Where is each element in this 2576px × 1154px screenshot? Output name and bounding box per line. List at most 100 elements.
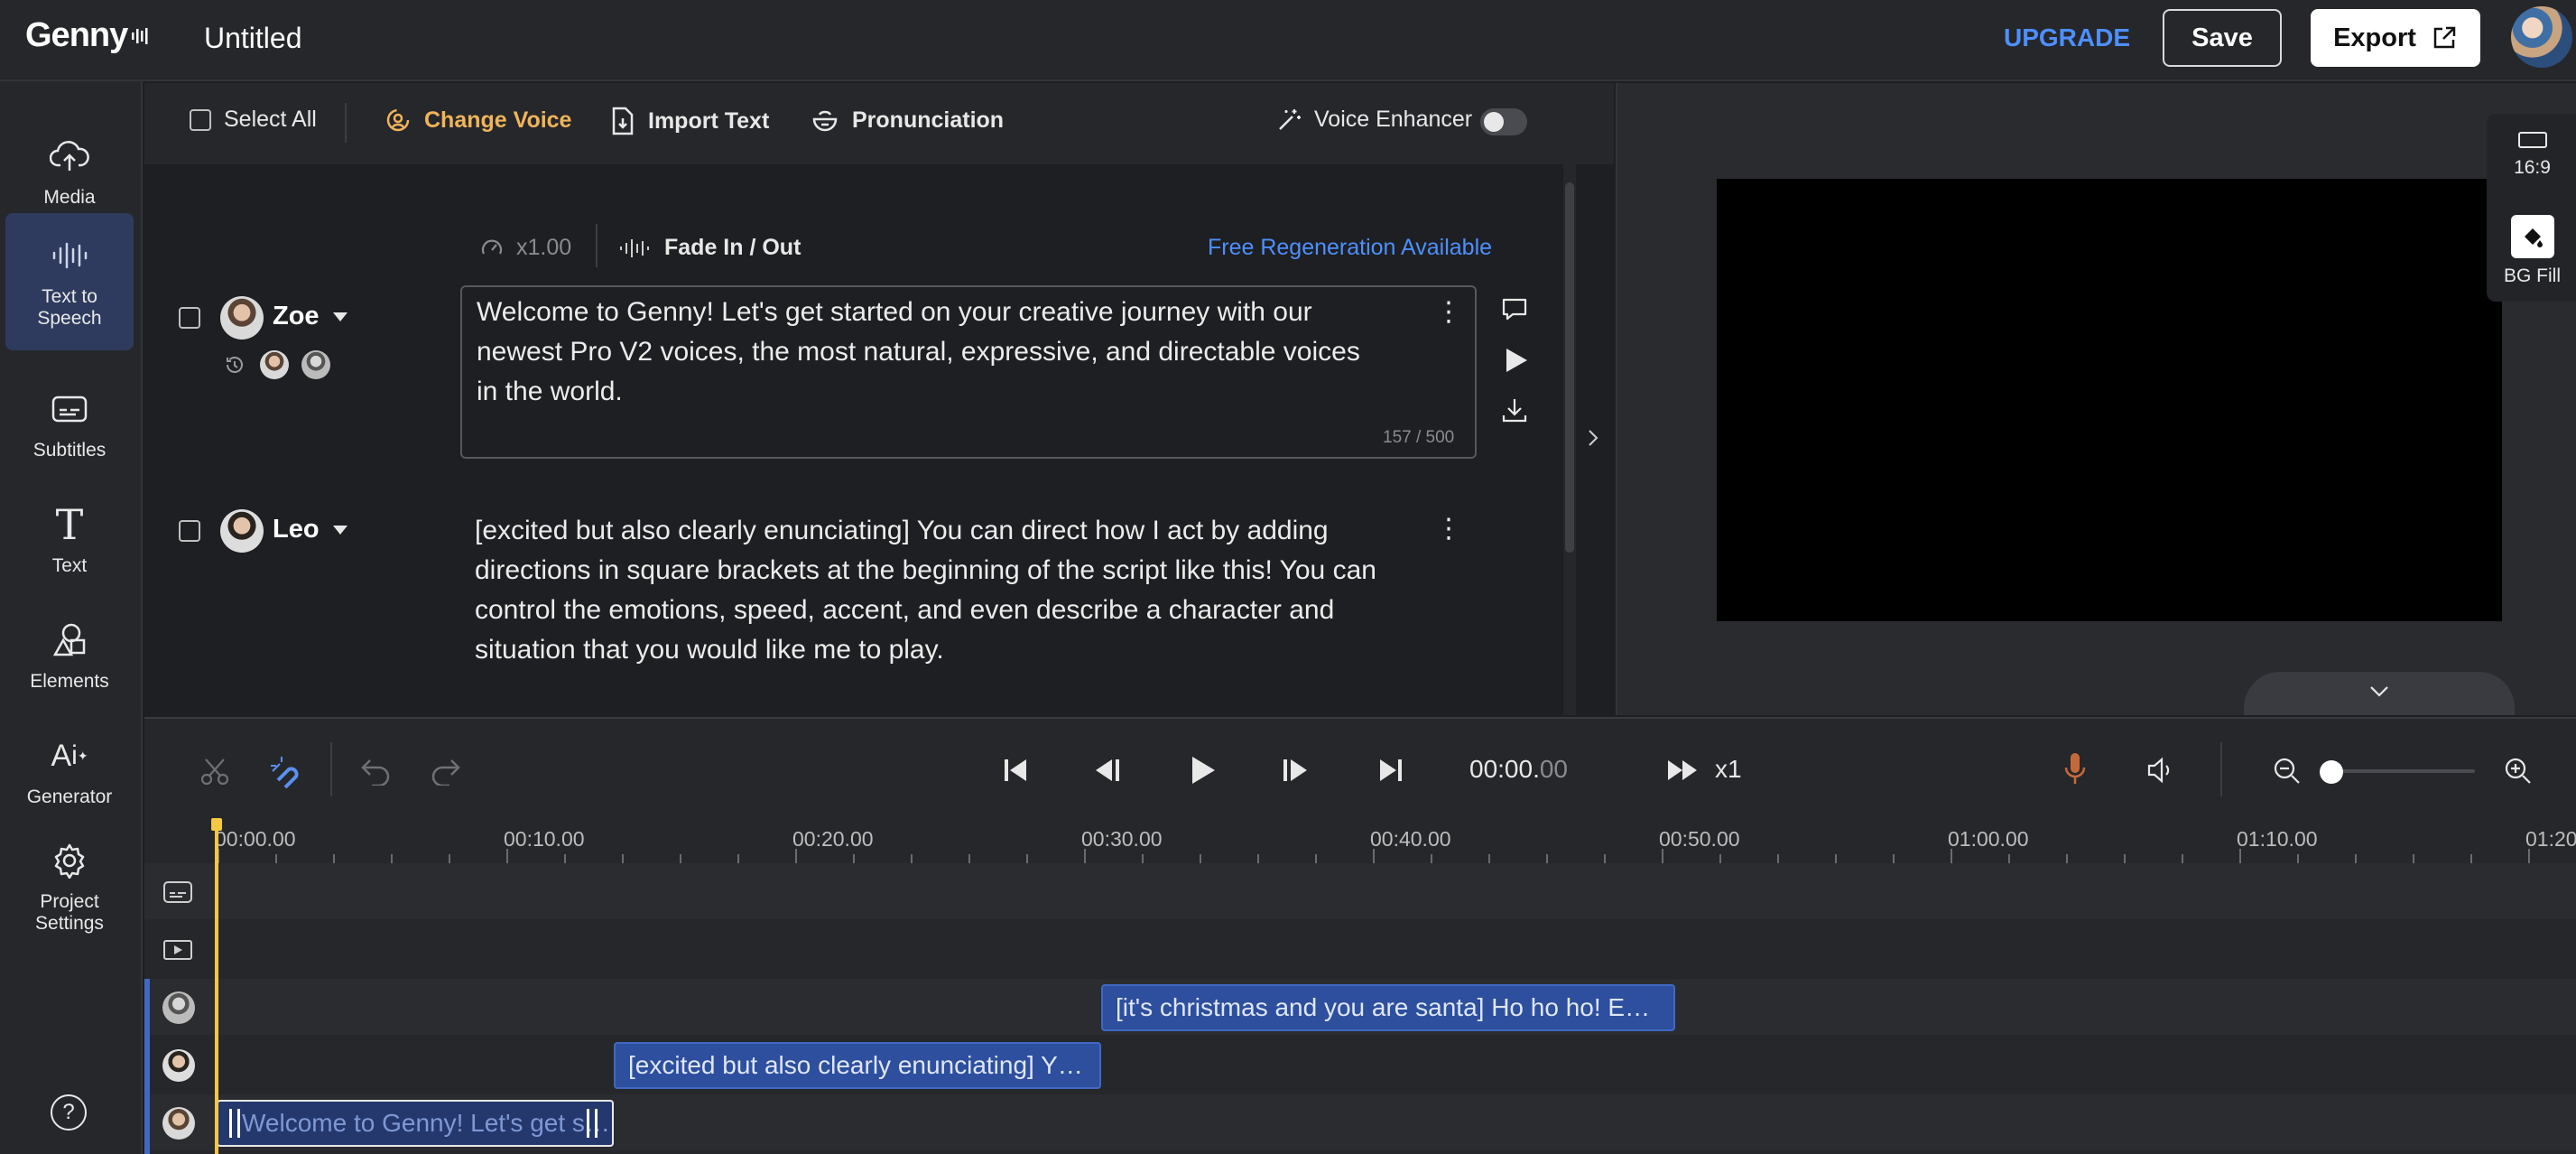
more-options-icon[interactable]: ⋮ <box>1435 516 1462 543</box>
gear-icon <box>48 839 91 882</box>
redo-icon[interactable] <box>430 757 462 786</box>
speaker-avatar-zoe <box>220 296 264 340</box>
zoom-in-icon[interactable] <box>2504 757 2533 786</box>
sidebar-item-text-to-speech[interactable]: Text to Speech <box>5 213 134 350</box>
skip-to-end-icon[interactable] <box>1377 757 1404 784</box>
upgrade-link[interactable]: UPGRADE <box>2004 23 2130 52</box>
paint-bucket-icon <box>2510 215 2554 258</box>
zoom-out-icon[interactable] <box>2273 757 2302 786</box>
audio-clip-selected[interactable]: Welcome to Genny! Let's get s… <box>217 1100 614 1147</box>
scissors-icon[interactable] <box>199 755 231 787</box>
fast-forward-icon[interactable] <box>1666 758 1699 782</box>
volume-icon[interactable] <box>2146 757 2177 784</box>
skip-to-start-icon[interactable] <box>1002 757 1029 784</box>
download-icon[interactable] <box>1500 396 1529 424</box>
voice-history-avatar[interactable] <box>301 350 330 379</box>
audio-clip[interactable]: [it's christmas and you are santa] Ho ho… <box>1101 984 1675 1031</box>
zoom-slider[interactable] <box>2334 769 2475 773</box>
speaker-name: Zoe <box>273 302 320 330</box>
zoom-slider-handle[interactable] <box>2320 760 2343 784</box>
time-main: 00:00. <box>1469 755 1540 783</box>
magnet-snap-icon[interactable] <box>269 753 305 789</box>
history-icon[interactable] <box>224 354 246 376</box>
voice-history-avatar[interactable] <box>260 350 289 379</box>
select-all-checkbox[interactable]: Select All <box>190 107 317 133</box>
audio-clip[interactable]: [excited but also clearly enunciating] Y… <box>614 1042 1101 1089</box>
playhead-handle[interactable] <box>211 818 222 831</box>
caret-down-icon <box>332 525 347 535</box>
genny-logo[interactable]: Genny <box>25 16 151 55</box>
change-voice-button[interactable]: Change Voice <box>385 107 571 134</box>
voice-track-2[interactable] <box>144 1037 2576 1093</box>
export-label: Export <box>2333 23 2416 52</box>
play-icon[interactable] <box>1190 755 1217 786</box>
scrollbar-thumb[interactable] <box>1565 182 1574 553</box>
checkbox[interactable] <box>190 108 211 131</box>
bg-fill-button[interactable]: BG Fill <box>2487 215 2576 287</box>
ruler-label: 00:50.00 <box>1659 827 1740 851</box>
track-avatar <box>162 1049 195 1082</box>
caret-down-icon <box>332 312 347 321</box>
aspect-ratio-button[interactable]: 16:9 <box>2487 130 2576 179</box>
subtitle-track[interactable] <box>144 863 2576 919</box>
comment-icon[interactable] <box>1500 294 1529 323</box>
help-icon[interactable]: ? <box>51 1094 87 1131</box>
script-text[interactable]: Welcome to Genny! Let's get started on y… <box>477 293 1388 412</box>
block-1-checkbox[interactable] <box>179 307 200 329</box>
sidebar-label: Elements <box>30 671 109 692</box>
sidebar-item-project-settings[interactable]: Project Settings <box>5 818 134 955</box>
subtitles-icon <box>163 881 192 903</box>
share-icon <box>2433 26 2456 49</box>
ruler-label: 01:00.00 <box>1948 827 2029 851</box>
import-text-button[interactable]: Import Text <box>610 107 769 135</box>
speaker-selector-zoe[interactable]: Zoe <box>273 302 348 331</box>
speaker-selector-leo[interactable]: Leo <box>273 515 348 544</box>
video-preview-panel: 16:9 BG Fill <box>1616 83 2576 715</box>
clip-trim-handle-left[interactable] <box>229 1109 240 1138</box>
script-text[interactable]: [excited but also clearly enunciating] Y… <box>475 511 1413 670</box>
play-icon[interactable] <box>1504 347 1529 374</box>
fade-in-out-button[interactable]: Fade In / Out <box>619 235 801 261</box>
shapes-icon <box>48 619 91 662</box>
logo-wave-icon <box>132 27 148 44</box>
ruler-label: 01:10.00 <box>2237 827 2318 851</box>
track-avatar <box>162 1107 195 1140</box>
video-track[interactable] <box>144 921 2576 977</box>
pronunciation-button[interactable]: Pronunciation <box>811 107 1004 134</box>
script-text-box[interactable]: Welcome to Genny! Let's get started on y… <box>460 285 1477 459</box>
voice-enhancer-toggle[interactable] <box>1480 108 1527 135</box>
ruler-label: 00:30.00 <box>1081 827 1163 851</box>
editor-toolbar: Select All Change Voice Import Text Pron… <box>144 83 1614 164</box>
more-options-icon[interactable]: ⋮ <box>1435 299 1462 326</box>
clip-trim-handle-right[interactable] <box>587 1109 598 1138</box>
character-count: 157 / 500 <box>1383 428 1455 447</box>
waveform-icon <box>48 234 91 277</box>
free-regeneration-link[interactable]: Free Regeneration Available <box>1208 235 1492 261</box>
ruler-label: 00:20.00 <box>792 827 874 851</box>
collapse-preview-tab[interactable] <box>2244 672 2515 715</box>
change-voice-icon <box>386 108 410 132</box>
ruler-label: 00:00.00 <box>215 827 296 851</box>
change-voice-label: Change Voice <box>424 107 572 133</box>
scrollbar-track[interactable] <box>1563 164 1576 715</box>
playback-speed[interactable]: x1 <box>1715 755 1742 784</box>
microphone-icon[interactable] <box>2063 751 2087 787</box>
user-avatar[interactable] <box>2511 6 2572 68</box>
previous-frame-icon[interactable] <box>1092 757 1123 784</box>
next-frame-icon[interactable] <box>1280 757 1311 784</box>
chevron-right-icon[interactable] <box>1587 428 1599 448</box>
speed-control[interactable]: x1.00 <box>480 235 571 261</box>
left-sidebar: Media Text to Speech Subtitles T Text El… <box>0 81 143 1154</box>
undo-icon[interactable] <box>359 757 392 786</box>
project-title[interactable]: Untitled <box>204 22 302 55</box>
divider <box>330 742 332 796</box>
video-canvas[interactable] <box>1717 179 2502 621</box>
playhead[interactable] <box>215 820 218 1154</box>
ruler-label: 01:20 <box>2525 827 2576 851</box>
save-button[interactable]: Save <box>2163 9 2282 67</box>
divider <box>345 103 347 143</box>
export-button[interactable]: Export <box>2311 9 2480 67</box>
voice-enhancer-text: Voice Enhancer <box>1314 107 1473 132</box>
block-2-checkbox[interactable] <box>179 520 200 542</box>
sidebar-label: Subtitles <box>32 440 107 461</box>
